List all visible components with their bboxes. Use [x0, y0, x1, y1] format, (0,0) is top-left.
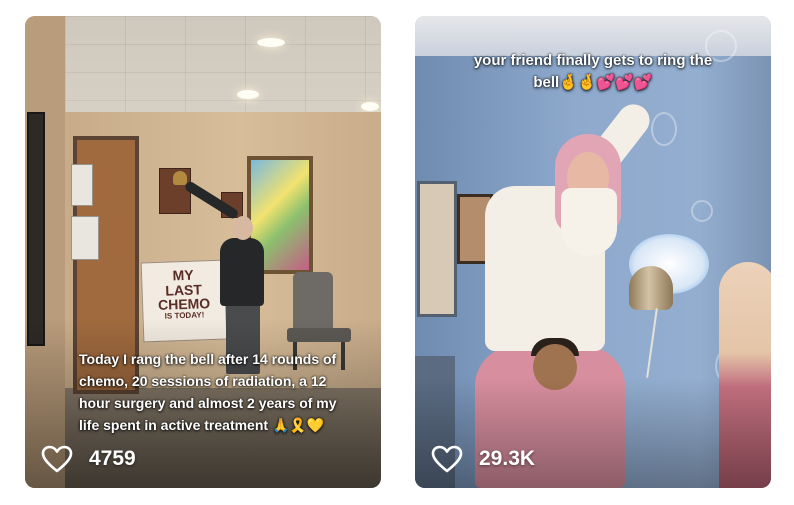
wall-doodle	[651, 112, 677, 146]
wall-device	[71, 164, 93, 206]
person-body	[220, 238, 264, 306]
heart-outline-icon	[41, 445, 73, 473]
bell	[173, 171, 187, 185]
ceiling-light	[237, 90, 259, 99]
like-button[interactable]	[431, 445, 463, 473]
like-counter: 29.3K	[431, 444, 535, 474]
like-count: 4759	[89, 447, 136, 470]
ceiling-light	[257, 38, 285, 47]
person-head	[233, 216, 253, 240]
video-card-2[interactable]: your friend finally gets to ring the bel…	[415, 16, 771, 488]
wall-device	[71, 216, 99, 260]
scarf	[561, 188, 617, 256]
video-card-1[interactable]: MY LAST CHEMO IS TODAY! Today I rang the…	[25, 16, 381, 488]
like-button[interactable]	[41, 445, 73, 473]
bulletin-board	[417, 181, 457, 317]
video-caption: your friend finally gets to ring the bel…	[473, 52, 713, 91]
wall-doodle	[691, 200, 713, 222]
bell	[629, 266, 673, 310]
video-caption: Today I rang the bell after 14 rounds of…	[79, 351, 337, 433]
wall-frame	[27, 112, 45, 346]
ceiling-light	[361, 102, 379, 111]
like-counter: 4759	[41, 444, 136, 474]
like-count: 29.3K	[479, 447, 536, 470]
heart-outline-icon	[431, 445, 463, 473]
